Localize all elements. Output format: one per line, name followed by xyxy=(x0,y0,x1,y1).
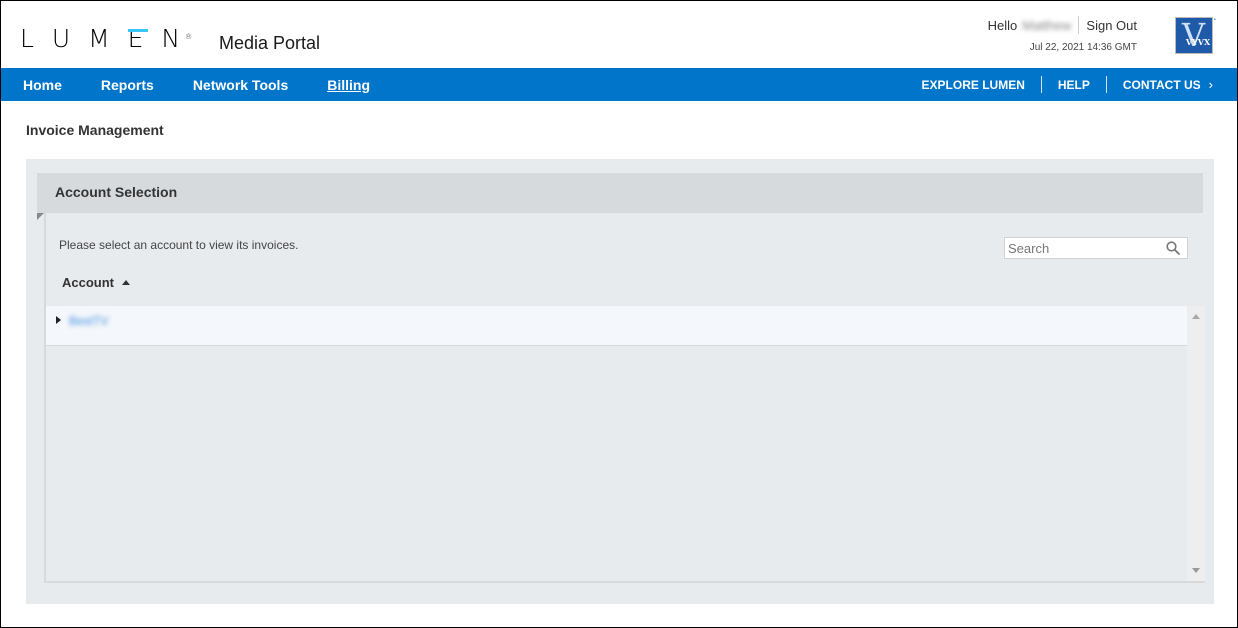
portal-title: Media Portal xyxy=(219,33,321,53)
scroll-down-icon[interactable] xyxy=(1192,568,1200,573)
divider xyxy=(1105,76,1107,93)
vertical-scrollbar[interactable] xyxy=(1187,306,1205,581)
nav-contact-us[interactable]: CONTACT US xyxy=(1123,78,1201,92)
panel-header: Account Selection xyxy=(37,173,1203,213)
nav-right: EXPLORE LUMEN HELP CONTACT US › xyxy=(922,68,1213,101)
accounts-grid: BestTV xyxy=(46,306,1205,583)
main-nav: Home Reports Network Tools Billing EXPLO… xyxy=(1,68,1237,101)
search-icon[interactable] xyxy=(1166,241,1180,255)
account-selection-panel: Account Selection Please select an accou… xyxy=(26,159,1214,604)
sort-ascending-icon[interactable] xyxy=(122,280,130,285)
sign-out-link[interactable]: Sign Out xyxy=(1086,18,1137,33)
user-area: Hello Matthew Sign Out xyxy=(988,16,1137,34)
trademark: ® xyxy=(185,33,193,41)
scroll-up-icon[interactable] xyxy=(1192,314,1200,319)
page-title: Invoice Management xyxy=(26,122,164,138)
vyvx-logo-text: VYVX xyxy=(1185,37,1211,47)
panel-body: Please select an account to view its inv… xyxy=(44,213,1205,583)
divider xyxy=(1078,16,1080,34)
vyvx-logo: V VYVX xyxy=(1175,17,1213,54)
timestamp: Jul 22, 2021 14:36 GMT xyxy=(1029,42,1137,53)
table-row[interactable]: BestTV xyxy=(46,306,1187,346)
header-fold-corner xyxy=(37,213,44,220)
nav-billing[interactable]: Billing xyxy=(327,77,370,93)
hello-label: Hello xyxy=(987,17,1018,33)
vyvx-trademark: • xyxy=(1214,17,1216,23)
divider xyxy=(1040,76,1042,93)
header: L U M E N® Media Portal Hello Matthew Si… xyxy=(1,1,1237,68)
search-box[interactable] xyxy=(1004,237,1188,259)
lumen-logo[interactable]: L U M E N® xyxy=(20,26,193,51)
nav-explore-lumen[interactable]: EXPLORE LUMEN xyxy=(922,78,1025,92)
instructions-text: Please select an account to view its inv… xyxy=(59,238,299,252)
nav-network-tools[interactable]: Network Tools xyxy=(193,77,288,93)
expand-icon[interactable] xyxy=(56,316,61,324)
search-input[interactable] xyxy=(1005,238,1155,258)
nav-home[interactable]: Home xyxy=(23,77,62,93)
nav-help[interactable]: HELP xyxy=(1058,78,1090,92)
chevron-right-icon[interactable]: › xyxy=(1209,77,1213,92)
nav-left: Home Reports Network Tools Billing xyxy=(23,68,409,101)
panel-title: Account Selection xyxy=(55,184,178,200)
nav-reports[interactable]: Reports xyxy=(101,77,154,93)
account-column-header[interactable]: Account xyxy=(62,275,130,290)
user-name: Matthew xyxy=(1022,17,1072,33)
account-column-label: Account xyxy=(62,275,114,290)
account-name[interactable]: BestTV xyxy=(69,314,108,328)
